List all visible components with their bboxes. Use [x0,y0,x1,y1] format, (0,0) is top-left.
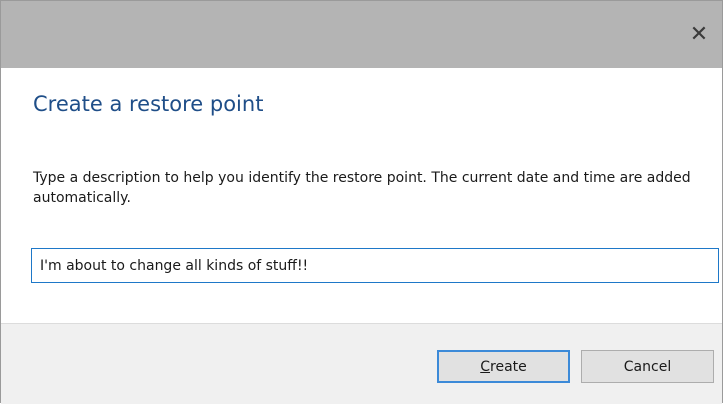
create-button-mnemonic: C [480,358,491,375]
close-icon: ✕ [689,22,709,47]
restore-point-description-input[interactable] [31,248,719,283]
create-restore-point-dialog: ✕ Create a restore point Type a descript… [0,0,723,404]
cancel-button[interactable]: Cancel [581,350,714,383]
dialog-heading: Create a restore point [33,92,264,116]
title-bar[interactable]: ✕ [1,1,722,68]
dialog-description: Type a description to help you identify … [33,170,691,206]
dialog-content: Create a restore point Type a descriptio… [1,68,722,323]
create-button-label: reate [490,358,527,375]
dialog-footer: Create Cancel [1,323,722,404]
close-button[interactable]: ✕ [676,1,722,68]
create-button[interactable]: Create [437,350,570,383]
cancel-button-label: Cancel [623,358,672,375]
